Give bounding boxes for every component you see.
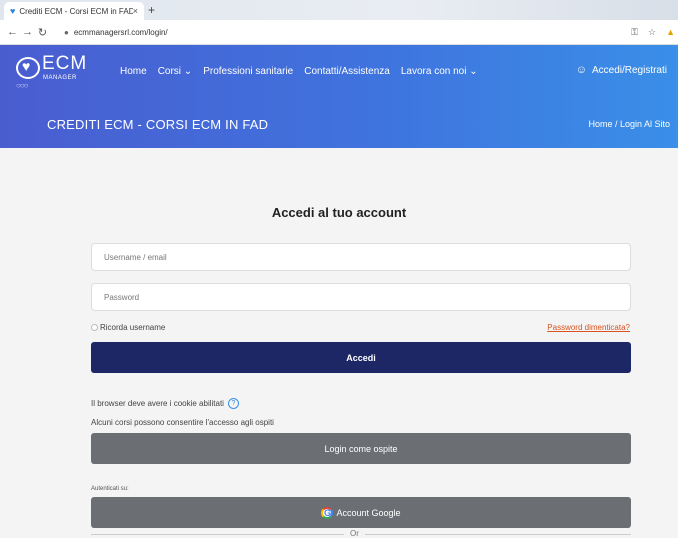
remember-label: Ricorda username (100, 323, 166, 332)
cookie-note: Il browser deve avere i cookie abilitati… (91, 398, 239, 409)
tab-title: Crediti ECM - Corsi ECM in FAD (19, 6, 133, 16)
cookie-note-text: Il browser deve avere i cookie abilitati (91, 399, 224, 408)
remember-checkbox[interactable] (91, 324, 98, 331)
heart-logo-icon (16, 57, 40, 79)
favicon-heart-icon: ♥ (10, 6, 16, 16)
reload-icon[interactable]: ↻ (35, 26, 50, 39)
nav-lavora[interactable]: Lavora con noi ⌄ (401, 66, 478, 77)
username-placeholder: Username / email (104, 252, 167, 262)
logo-text: ECM (42, 53, 88, 74)
user-icon: ☺ (575, 64, 587, 76)
or-text: Or (344, 529, 365, 538)
nav-corsi[interactable]: Corsi ⌄ (158, 66, 193, 77)
browser-tab-strip: ♥ Crediti ECM - Corsi ECM in FAD × + (0, 0, 678, 20)
page-title: CREDITI ECM - CORSI ECM IN FAD (47, 117, 269, 132)
login-heading: Accedi al tuo account (271, 205, 407, 220)
google-button-label: Account Google (336, 507, 401, 518)
forgot-password-link[interactable]: Password dimenticata? (547, 323, 630, 332)
google-icon: G (321, 506, 334, 519)
site-logo[interactable]: ECM MANAGER ○○○ (16, 53, 88, 91)
rings-icon: ○○○ (16, 81, 28, 90)
breadcrumb[interactable]: Home / Login Al Sito (588, 119, 670, 129)
nav-home[interactable]: Home (120, 66, 147, 77)
username-input[interactable]: Username / email (91, 243, 631, 271)
password-placeholder: Password (104, 292, 140, 302)
browser-tab[interactable]: ♥ Crediti ECM - Corsi ECM in FAD × (4, 2, 144, 20)
guest-login-button[interactable]: Login come ospite (91, 433, 631, 464)
url-field[interactable]: ecmmanagersrl.com/login/ (74, 28, 631, 37)
password-input[interactable]: Password (91, 283, 631, 311)
tab-close-icon[interactable]: × (133, 6, 138, 16)
drive-icon[interactable]: ▲ (666, 27, 675, 37)
star-icon[interactable]: ☆ (648, 27, 656, 38)
back-icon[interactable]: ← (5, 26, 20, 38)
lock-icon[interactable]: ● (64, 28, 69, 37)
auth-label: Autenticati su: (91, 486, 129, 492)
nav-contatti[interactable]: Contatti/Assistenza (304, 66, 390, 77)
logo-subtext: MANAGER (43, 75, 77, 81)
nav-professioni[interactable]: Professioni sanitarie (203, 66, 293, 77)
new-tab-button[interactable]: + (148, 3, 155, 17)
login-register-label: Accedi/Registrati (591, 64, 667, 76)
site-header: ECM MANAGER ○○○ Home Corsi ⌄ Professioni… (0, 45, 678, 148)
forward-icon[interactable]: → (20, 26, 35, 38)
google-login-button[interactable]: G Account Google (91, 497, 631, 528)
key-icon[interactable]: ⚿ (631, 27, 638, 38)
help-icon[interactable]: ? (227, 398, 239, 409)
login-register-link[interactable]: ☺ Accedi/Registrati (576, 64, 667, 76)
main-nav: Home Corsi ⌄ Professioni sanitarie Conta… (120, 66, 489, 77)
login-button[interactable]: Accedi (91, 342, 631, 373)
address-bar: ← → ↻ ● ecmmanagersrl.com/login/ ⚿ ☆ ▲ (0, 20, 678, 45)
remember-username[interactable]: Ricorda username (91, 323, 165, 332)
guest-note: Alcuni corsi possono consentire l'access… (91, 418, 274, 427)
